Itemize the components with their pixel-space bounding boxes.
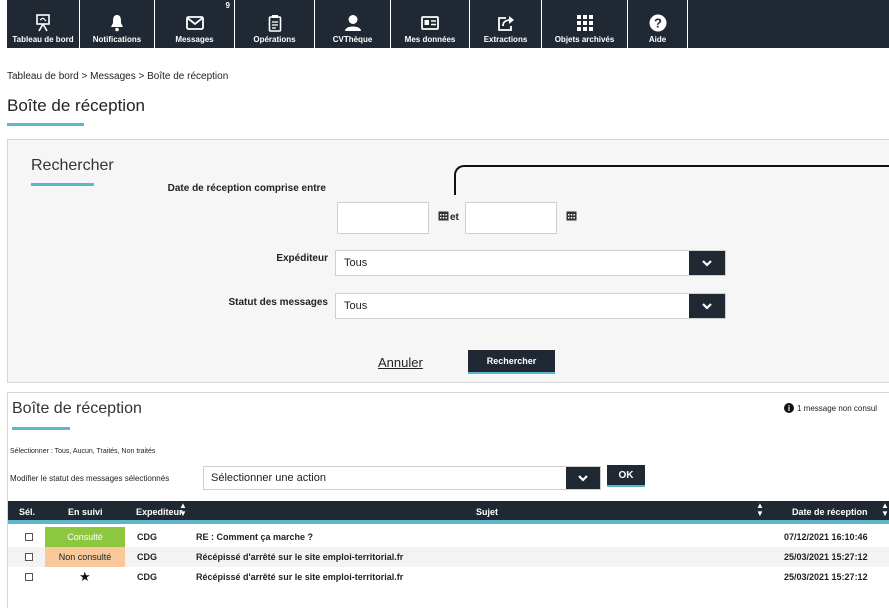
nav-label: Notifications [92,35,142,44]
row-date: 07/12/2021 16:10:46 [784,532,868,542]
nav-item-mes-donnees[interactable]: Mes données [391,0,470,48]
row-checkbox[interactable] [25,573,33,581]
breadcrumb: Tableau de bord > Messages > Boîte de ré… [7,71,229,82]
col-suivi: En suivi [68,507,103,517]
inbox-title: Boîte de réception [12,400,142,417]
table-header: Sél. En suivi Expediteur ▲ ▼ Sujet ▲ ▼ Dat… [8,501,889,524]
top-navigation: Tableau de bord Notifications 9 Messages… [7,0,889,48]
sender-select-value: Tous [344,257,368,269]
user-icon [344,11,362,35]
action-select-value: Sélectionner une action [211,472,326,484]
row-checkbox[interactable] [25,533,33,541]
row-subject[interactable]: Récépissé d'arrêté sur le site emploi-te… [196,552,403,562]
star-icon[interactable]: ★ [79,569,91,585]
search-panel: Rechercher Date de réception comprise en… [7,139,889,383]
title-underline [7,123,84,126]
select-links[interactable]: Sélectionner : Tous, Aucun, Traités, Non… [10,448,155,455]
sort-icon[interactable]: ▲ ▼ [179,502,187,518]
status-label: Statut des messages [228,297,329,308]
bell-icon [110,11,124,35]
search-title: Rechercher [31,157,114,174]
unread-info: i 1 message non consul [784,403,877,413]
action-select[interactable]: Sélectionner une action [203,466,601,490]
envelope-icon [185,11,204,35]
row-date: 25/03/2021 15:27:12 [784,572,868,582]
nav-item-messages[interactable]: 9 Messages [155,0,235,48]
inbox-panel: Boîte de réception i 1 message non consu… [7,392,889,608]
col-sender[interactable]: Expediteur [136,507,183,517]
calendar-icon[interactable] [566,211,577,221]
sort-icon[interactable]: ▲ ▼ [756,502,764,518]
inbox-underline [12,427,70,430]
nav-label: Messages [175,35,214,44]
info-icon: i [784,403,794,413]
table-row[interactable]: Non consulté CDG Récépissé d'arrêté sur … [8,547,889,567]
col-sel: Sél. [19,507,36,517]
row-subject[interactable]: RE : Comment ça marche ? [196,532,313,542]
sender-label: Expéditeur [276,253,328,264]
nav-item-extractions[interactable]: Extractions [470,0,542,48]
search-button[interactable]: Rechercher [468,350,555,374]
status-badge: Non consulté [45,547,125,567]
calendar-icon[interactable] [438,211,449,221]
row-sender: CDG [137,572,157,582]
nav-label: Opérations [253,35,296,44]
sort-icon[interactable]: ▲ ▼ [881,502,889,518]
clipboard-icon [268,11,282,35]
nav-item-notifications[interactable]: Notifications [80,0,155,48]
row-subject[interactable]: Récépissé d'arrêté sur le site emploi-te… [196,572,403,582]
nav-item-operations[interactable]: Opérations [235,0,315,48]
cancel-link[interactable]: Annuler [378,355,423,370]
dashboard-icon [35,11,51,35]
nav-label: Aide [648,35,667,44]
status-select[interactable]: Tous [335,293,726,319]
col-subject[interactable]: Sujet [476,507,498,517]
nav-item-aide[interactable]: ? Aide [628,0,688,48]
export-icon [497,11,515,35]
sender-select[interactable]: Tous [335,250,726,276]
chevron-down-icon[interactable] [566,467,600,489]
unread-info-text: 1 message non consul [797,403,878,413]
nav-label: Objets archivés [554,35,615,44]
row-date: 25/03/2021 15:27:12 [784,552,868,562]
archive-grid-icon [576,11,594,35]
row-sender: CDG [137,532,157,542]
row-checkbox[interactable] [25,553,33,561]
modify-status-label: Modifier le statut des messages sélectio… [10,474,170,483]
chevron-down-icon[interactable] [689,294,725,318]
table-row[interactable]: Consulté CDG RE : Comment ça marche ? 07… [8,527,889,547]
col-date[interactable]: Date de réception [792,507,868,517]
row-sender: CDG [137,552,157,562]
ok-button[interactable]: OK [607,465,645,487]
id-card-icon [421,11,439,35]
nav-label: Extractions [483,35,528,44]
nav-label: Tableau de bord [12,35,74,44]
search-underline [31,183,94,186]
date-from-input[interactable] [337,202,429,234]
help-icon: ? [649,11,667,35]
nav-item-cvtheque[interactable]: CVThèque [315,0,391,48]
nav-item-dashboard[interactable]: Tableau de bord [7,0,80,48]
nav-label: CVThèque [332,35,373,44]
status-select-value: Tous [344,300,368,312]
table-row[interactable]: ★ CDG Récépissé d'arrêté sur le site emp… [8,567,889,587]
date-range-label: Date de réception comprise entre [167,183,326,194]
nav-label: Mes données [404,35,456,44]
and-label: et [450,212,459,223]
page-title: Boîte de réception [7,96,145,115]
date-to-input[interactable] [465,202,557,234]
status-badge: Consulté [45,527,125,547]
svg-text:?: ? [654,16,662,31]
nav-item-objets-archives[interactable]: Objets archivés [542,0,628,48]
messages-badge: 9 [225,1,230,10]
chevron-down-icon[interactable] [689,251,725,275]
annotation-curve [454,165,889,195]
